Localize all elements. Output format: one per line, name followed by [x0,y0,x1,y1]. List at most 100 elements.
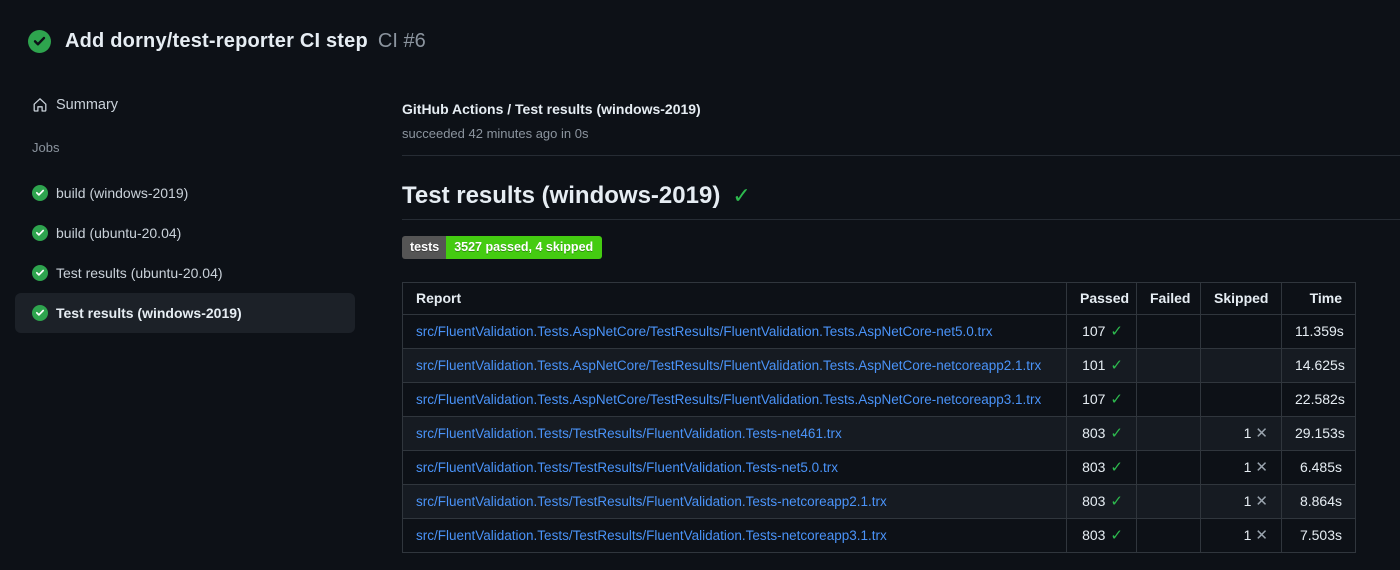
sidebar-item-summary[interactable]: Summary [0,86,380,124]
report-link[interactable]: src/FluentValidation.Tests/TestResults/F… [416,528,887,543]
table-row: src/FluentValidation.Tests.AspNetCore/Te… [402,347,1356,383]
badge-value: 3527 passed, 4 skipped [446,236,603,259]
check-circle-icon [32,225,48,241]
report-link[interactable]: src/FluentValidation.Tests.AspNetCore/Te… [416,324,993,339]
passed-check-icon: ✓ [1110,391,1123,408]
passed-check-icon: ✓ [1110,323,1123,340]
report-cell: src/FluentValidation.Tests.AspNetCore/Te… [402,381,1067,417]
report-cell: src/FluentValidation.Tests/TestResults/F… [402,415,1067,451]
count-value: 1 [1243,493,1252,509]
tests-badge: tests 3527 passed, 4 skipped [402,236,603,259]
column-header: Report [402,281,1067,315]
count-value: 1 [1243,425,1252,441]
report-link[interactable]: src/FluentValidation.Tests/TestResults/F… [416,494,887,509]
count-value: 107 [1082,323,1106,339]
column-header: Failed [1136,281,1201,315]
time-cell: 6.485s [1281,449,1356,485]
run-title: Add dorny/test-reporter CI step [65,30,368,52]
run-header: Add dorny/test-reporter CI step CI #6 [28,30,426,53]
jobs-heading: Jobs [32,140,60,155]
main-content: GitHub Actions / Test results (windows-2… [402,100,1400,553]
time-cell: 7.503s [1281,517,1356,553]
sidebar-item-job[interactable]: build (ubuntu-20.04) [15,213,355,253]
table-row: src/FluentValidation.Tests.AspNetCore/Te… [402,381,1356,417]
table-header-row: Report Passed Failed Skipped Time [402,281,1356,315]
count-value: 101 [1082,357,1106,373]
passed-check-icon: ✓ [1110,493,1123,510]
report-link[interactable]: src/FluentValidation.Tests.AspNetCore/Te… [416,392,1041,407]
failed-cell [1136,449,1201,485]
table-row: src/FluentValidation.Tests/TestResults/F… [402,449,1356,485]
passed-cell: 803 ✓ [1066,483,1137,519]
breadcrumb: GitHub Actions / Test results (windows-2… [402,101,701,117]
report-cell: src/FluentValidation.Tests.AspNetCore/Te… [402,313,1067,349]
count-value: 1 [1243,459,1252,475]
passed-cell: 107 ✓ [1066,381,1137,417]
skipped-cell [1200,381,1282,417]
skipped-cell: 1 ✕ [1200,483,1282,519]
time-cell: 11.359s [1281,313,1356,349]
skipped-x-icon: ✕ [1255,459,1268,476]
report-link[interactable]: src/FluentValidation.Tests/TestResults/F… [416,426,842,441]
skipped-x-icon: ✕ [1255,527,1268,544]
passed-check-icon: ✓ [1110,527,1123,544]
passed-cell: 803 ✓ [1066,415,1137,451]
time-cell: 8.864s [1281,483,1356,519]
report-cell: src/FluentValidation.Tests.AspNetCore/Te… [402,347,1067,383]
count-value: 803 [1082,493,1106,509]
count-value: 803 [1082,459,1106,475]
check-circle-icon [32,265,48,281]
column-header: Passed [1066,281,1137,315]
sidebar-job-label: Test results (ubuntu-20.04) [56,265,223,281]
time-cell: 29.153s [1281,415,1356,451]
check-circle-fill-icon [28,30,51,53]
report-link[interactable]: src/FluentValidation.Tests/TestResults/F… [416,460,838,475]
sidebar-item-job[interactable]: build (windows-2019) [15,173,355,213]
table-row: src/FluentValidation.Tests.AspNetCore/Te… [402,313,1356,349]
section-heading: Test results (windows-2019) ✓ [402,182,1400,220]
table-row: src/FluentValidation.Tests/TestResults/F… [402,517,1356,553]
report-cell: src/FluentValidation.Tests/TestResults/F… [402,449,1067,485]
column-header: Skipped [1200,281,1282,315]
count-value: 107 [1082,391,1106,407]
check-icon: ✓ [732,183,751,208]
failed-cell [1136,415,1201,451]
jobs-list: build (windows-2019) build (ubuntu-20.04)… [0,173,380,333]
skipped-cell: 1 ✕ [1200,517,1282,553]
sidebar-job-label: build (windows-2019) [56,185,189,201]
failed-cell [1136,313,1201,349]
failed-cell [1136,483,1201,519]
passed-check-icon: ✓ [1110,357,1123,374]
table-row: src/FluentValidation.Tests/TestResults/F… [402,415,1356,451]
report-cell: src/FluentValidation.Tests/TestResults/F… [402,517,1067,553]
report-link[interactable]: src/FluentValidation.Tests.AspNetCore/Te… [416,358,1041,373]
count-value: 803 [1082,527,1106,543]
sidebar-summary-label: Summary [56,97,119,113]
passed-check-icon: ✓ [1110,425,1123,442]
passed-cell: 803 ✓ [1066,517,1137,553]
time-cell: 14.625s [1281,347,1356,383]
passed-cell: 803 ✓ [1066,449,1137,485]
sidebar-item-job[interactable]: Test results (windows-2019) [15,293,355,333]
run-ref: CI #6 [377,30,426,52]
section-heading-text: Test results (windows-2019) [402,182,721,209]
time-cell: 22.582s [1281,381,1356,417]
failed-cell [1136,347,1201,383]
status-line: succeeded 42 minutes ago in 0s [402,126,589,141]
report-cell: src/FluentValidation.Tests/TestResults/F… [402,483,1067,519]
sidebar-job-label: Test results (windows-2019) [56,305,242,321]
skipped-cell: 1 ✕ [1200,415,1282,451]
sidebar: Summary Jobs build (windows-2019) build (… [0,86,380,333]
column-header: Time [1281,281,1356,315]
check-circle-icon [32,185,48,201]
count-value: 1 [1243,527,1252,543]
table-row: src/FluentValidation.Tests/TestResults/F… [402,483,1356,519]
skipped-x-icon: ✕ [1255,493,1268,510]
skipped-x-icon: ✕ [1255,425,1268,442]
sidebar-item-job[interactable]: Test results (ubuntu-20.04) [15,253,355,293]
passed-check-icon: ✓ [1110,459,1123,476]
skipped-cell: 1 ✕ [1200,449,1282,485]
skipped-cell [1200,313,1282,349]
sidebar-job-label: build (ubuntu-20.04) [56,225,182,241]
skipped-cell [1200,347,1282,383]
